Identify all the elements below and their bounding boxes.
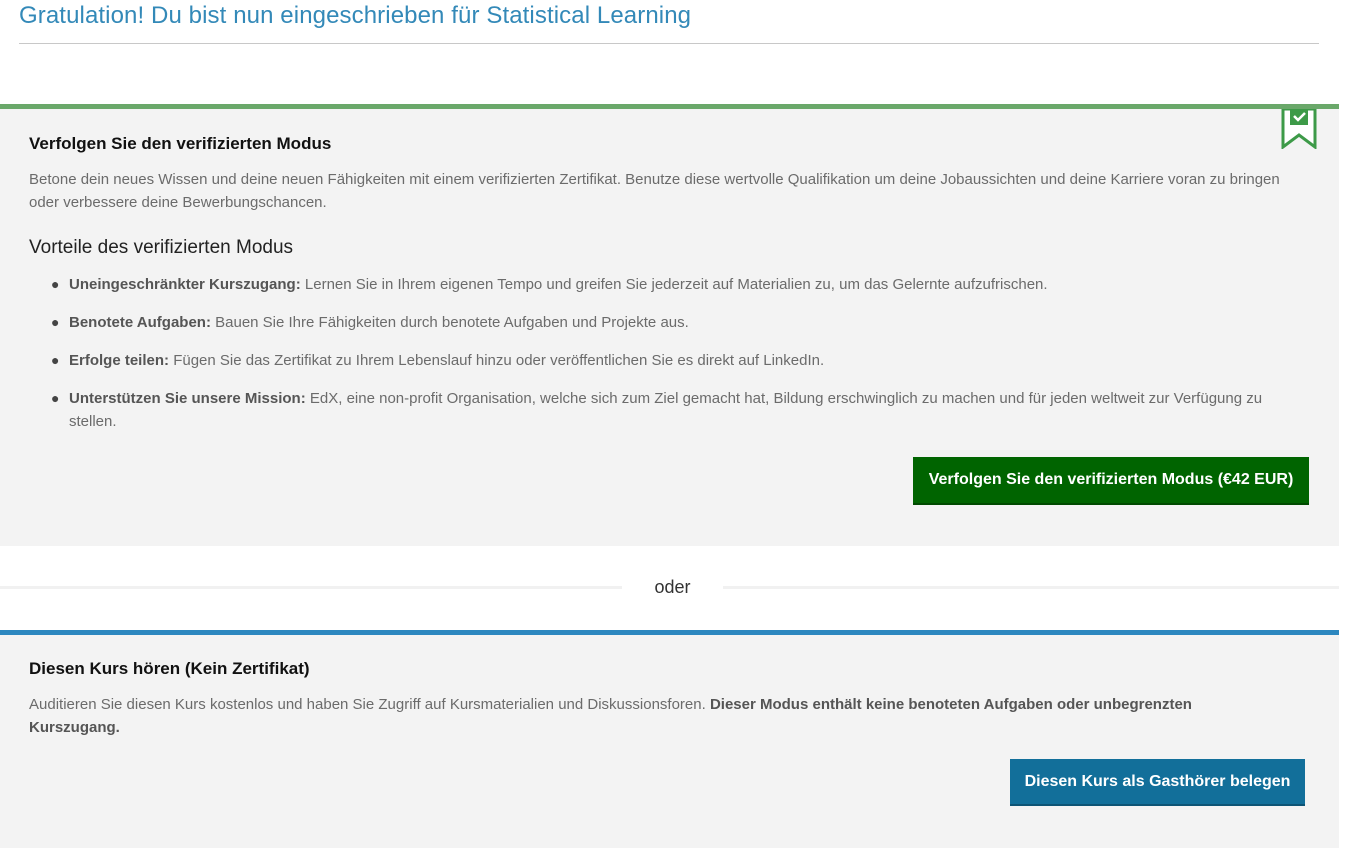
list-item: ● Uneingeschränkter Kurszugang: Lernen S… — [51, 273, 1284, 296]
verified-title: Verfolgen Sie den verifizierten Modus — [29, 134, 332, 153]
audit-track-panel: Diesen Kurs hören (Kein Zertifikat) Audi… — [0, 630, 1339, 848]
list-item: ● Benotete Aufgaben: Bauen Sie Ihre Fähi… — [51, 311, 1284, 334]
verified-track-panel: Verfolgen Sie den verifizierten Modus Be… — [0, 104, 1339, 546]
audit-course-button[interactable]: Diesen Kurs als Gasthörer belegen — [1010, 759, 1305, 804]
divider-label: oder — [654, 577, 691, 597]
benefit-label: Erfolge teilen: — [69, 352, 170, 369]
bullet-icon: ● — [51, 314, 60, 330]
header-divider — [19, 43, 1319, 44]
benefit-text: Lernen Sie in Ihrem eigenen Tempo und gr… — [304, 276, 1048, 293]
benefit-label: Benotete Aufgaben: — [69, 314, 211, 331]
divider-line-right — [723, 586, 1339, 589]
bullet-icon: ● — [51, 390, 60, 406]
bullet-icon: ● — [51, 276, 60, 292]
benefit-label: Uneingeschränkter Kurszugang: — [69, 276, 301, 293]
bookmark-check-icon — [1281, 109, 1317, 149]
benefit-label: Unterstützen Sie unsere Mission: — [69, 390, 306, 407]
pursue-verified-button[interactable]: Verfolgen Sie den verifizierten Modus (€… — [913, 457, 1309, 503]
list-item: ● Erfolge teilen: Fügen Sie das Zertifik… — [51, 349, 1284, 372]
divider-line-left — [0, 586, 622, 589]
benefits-list: ● Uneingeschränkter Kurszugang: Lernen S… — [51, 273, 1284, 448]
audit-title: Diesen Kurs hören (Kein Zertifikat) — [29, 659, 310, 678]
benefits-heading: Vorteile des verifizierten Modus — [29, 237, 294, 258]
audit-description: Auditieren Sie diesen Kurs kostenlos und… — [29, 693, 1229, 739]
verified-description: Betone dein neues Wissen und deine neuen… — [29, 171, 1280, 211]
audit-description-text: Auditieren Sie diesen Kurs kostenlos und… — [29, 696, 706, 713]
benefit-text: Fügen Sie das Zertifikat zu Ihrem Lebens… — [173, 352, 825, 369]
bullet-icon: ● — [51, 352, 60, 368]
benefit-text: Bauen Sie Ihre Fähigkeiten durch benotet… — [215, 314, 689, 331]
list-item: ● Unterstützen Sie unsere Mission: EdX, … — [51, 387, 1284, 433]
page-title: Gratulation! Du bist nun eingeschrieben … — [19, 2, 692, 29]
